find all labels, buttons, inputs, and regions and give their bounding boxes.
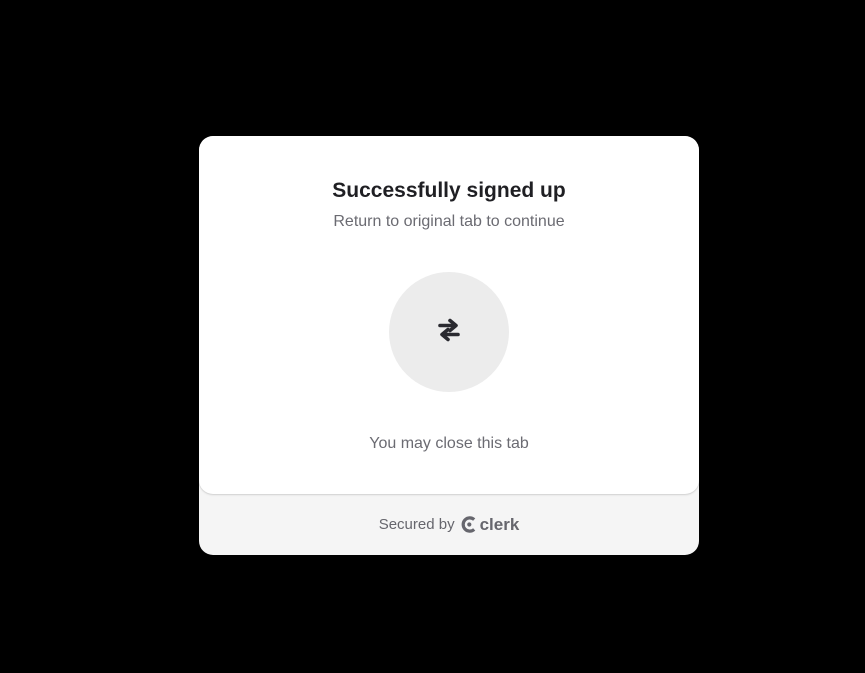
clerk-logo-icon <box>461 516 478 533</box>
page-subtitle: Return to original tab to continue <box>333 213 565 230</box>
clerk-brand-link[interactable]: clerk <box>461 514 520 535</box>
page-title: Successfully signed up <box>332 179 566 202</box>
auth-card: Successfully signed up Return to origina… <box>199 136 699 494</box>
close-tab-message: You may close this tab <box>369 435 529 452</box>
status-icon-circle <box>389 272 509 392</box>
auth-card-container: Successfully signed up Return to origina… <box>199 136 699 555</box>
clerk-brand-name: clerk <box>479 514 520 534</box>
switch-arrows-icon <box>434 315 464 350</box>
secured-by-label: Secured by <box>378 516 455 533</box>
card-footer: Secured by clerk <box>199 494 699 555</box>
